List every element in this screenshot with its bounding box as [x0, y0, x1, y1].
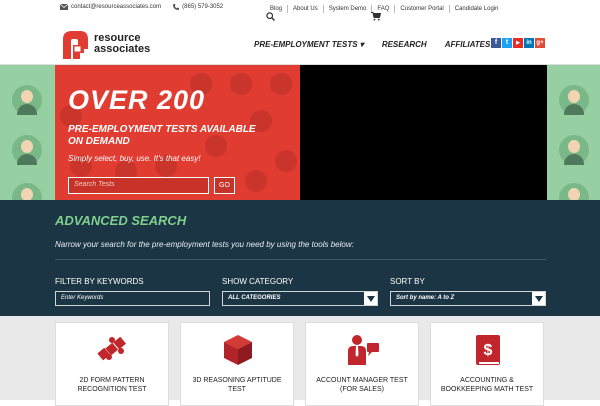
link-about-us[interactable]: About Us [287, 5, 323, 13]
promo-headline: OVER 200 [68, 85, 206, 115]
person-icon [559, 135, 589, 165]
hero-left-decor [0, 65, 55, 200]
cart-icon[interactable] [371, 12, 381, 21]
site-header: resource associates PRE-EMPLOYMENT TESTS… [0, 25, 600, 65]
promo-tagline: Simply select, buy, use. It's that easy! [68, 154, 201, 163]
link-system-demo[interactable]: System Demo [322, 5, 372, 13]
link-customer-portal[interactable]: Customer Portal [394, 5, 448, 13]
linkedin-icon[interactable]: in [524, 38, 534, 48]
nav-research[interactable]: RESEARCH [382, 40, 427, 49]
show-category-label: SHOW CATEGORY [222, 277, 294, 286]
email-text: contact@resourceassociates.com [71, 4, 162, 10]
card-title: 2D FORM PATTERN RECOGNITION TEST [56, 376, 168, 394]
person-icon [12, 85, 42, 115]
keyword-filter-input[interactable]: Enter Keywords [55, 291, 210, 306]
card-title-line2: TEST [228, 386, 246, 393]
twitter-icon[interactable]: t [502, 38, 512, 48]
card-title-line1: ACCOUNTING & [460, 377, 514, 384]
contact-info: contact@resourceassociates.com (865) 579… [60, 4, 223, 10]
advanced-search-description: Narrow your search for the pre-employmen… [55, 240, 354, 249]
card-title-line1: ACCOUNT MANAGER TEST [316, 377, 408, 384]
filter-keywords-label: FILTER BY KEYWORDS [55, 277, 144, 286]
search-go-button[interactable]: GO [214, 177, 235, 194]
phone-icon [173, 4, 180, 10]
test-card-grid: 2D FORM PATTERN RECOGNITION TEST 3D REAS… [0, 316, 600, 406]
youtube-icon[interactable]: ▶ [513, 38, 523, 48]
advanced-search-panel: ADVANCED SEARCH Narrow your search for t… [0, 200, 600, 316]
phone-text: (865) 579-3052 [182, 4, 224, 10]
card-title-line2: RECOGNITION TEST [77, 386, 147, 393]
card-title: ACCOUNT MANAGER TEST (FOR SALES) [306, 376, 418, 394]
card-title: 3D REASONING APTITUDE TEST [181, 376, 293, 394]
person-icon [559, 183, 589, 200]
category-select[interactable]: ALL CATEGORIES [222, 291, 378, 306]
card-title: ACCOUNTING & BOOKKEEPING MATH TEST [431, 376, 543, 394]
card-title-line1: 3D REASONING APTITUDE [192, 377, 282, 384]
advanced-search-title: ADVANCED SEARCH [55, 213, 187, 228]
test-card-account-manager[interactable]: ACCOUNT MANAGER TEST (FOR SALES) [305, 322, 419, 406]
contact-phone[interactable]: (865) 579-3052 [173, 4, 223, 10]
chevron-down-icon [532, 292, 545, 305]
hero-right-decor [547, 65, 600, 200]
promo-subhead: PRE-EMPLOYMENT TESTS AVAILABLE ON DEMAND [68, 124, 256, 147]
main-nav: PRE-EMPLOYMENT TESTS ▾ RESEARCH AFFILIAT… [254, 40, 490, 49]
resource-associates-logo-icon[interactable] [60, 29, 90, 59]
contact-email[interactable]: contact@resourceassociates.com [60, 4, 161, 10]
link-candidate-login[interactable]: Candidate Login [448, 5, 504, 13]
nav-affiliates[interactable]: AFFILIATES [445, 40, 491, 49]
sort-select[interactable]: Sort by name: A to Z [390, 291, 546, 306]
cube-icon [224, 335, 252, 365]
person-icon [12, 183, 42, 200]
hero-banner: OVER 200 PRE-EMPLOYMENT TESTS AVAILABLE … [0, 65, 600, 200]
dollar-book-icon: $ [476, 335, 500, 365]
card-title-line2: BOOKKEEPING MATH TEST [440, 386, 534, 393]
divider [55, 259, 546, 260]
person-icon [12, 135, 42, 165]
test-search-input[interactable]: Search Tests [68, 177, 209, 194]
card-title-line1: 2D FORM PATTERN [79, 377, 145, 384]
logo-wordmark[interactable]: resource associates [94, 33, 150, 55]
test-card-3d-reasoning[interactable]: 3D REASONING APTITUDE TEST [180, 322, 294, 406]
nav-pre-employment-tests[interactable]: PRE-EMPLOYMENT TESTS ▾ [254, 40, 364, 49]
social-links: f t ▶ in g+ [491, 38, 545, 48]
envelope-icon [60, 4, 68, 10]
test-card-accounting-bookkeeping[interactable]: $ ACCOUNTING & BOOKKEEPING MATH TEST [430, 322, 544, 406]
puzzle-icon [97, 336, 127, 361]
facebook-icon[interactable]: f [491, 38, 501, 48]
salesperson-icon [348, 335, 379, 365]
svg-text:$: $ [484, 342, 493, 359]
test-card-2d-form-pattern[interactable]: 2D FORM PATTERN RECOGNITION TEST [55, 322, 169, 406]
video-player[interactable] [300, 65, 547, 200]
chevron-down-icon [364, 292, 377, 305]
search-icon[interactable] [266, 12, 275, 21]
top-bar: contact@resourceassociates.com (865) 579… [0, 0, 600, 25]
category-select-value: ALL CATEGORIES [228, 295, 281, 301]
sort-select-value: Sort by name: A to Z [396, 295, 455, 301]
person-icon [559, 85, 589, 115]
utility-links: Blog About Us System Demo FAQ Customer P… [266, 5, 503, 13]
logo-line2: associates [94, 43, 151, 55]
promo-panel: OVER 200 PRE-EMPLOYMENT TESTS AVAILABLE … [55, 65, 300, 200]
googleplus-icon[interactable]: g+ [535, 38, 545, 48]
card-title-line2: (FOR SALES) [340, 386, 384, 393]
sort-by-label: SORT BY [390, 277, 425, 286]
